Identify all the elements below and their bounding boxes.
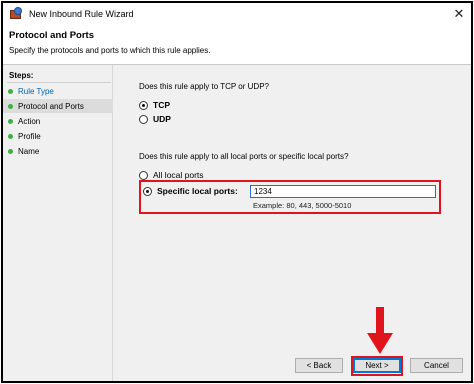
step-label: Name	[18, 146, 40, 156]
annotation-arrow-down-icon	[367, 307, 393, 354]
wizard-window: New Inbound Rule Wizard ✕ Protocol and P…	[1, 1, 473, 383]
specific-local-ports-radio[interactable]: Specific local ports:	[143, 186, 238, 196]
step-label: Rule Type	[18, 86, 54, 96]
udp-radio[interactable]: UDP	[139, 114, 171, 124]
radio-selected-icon[interactable]	[143, 186, 152, 196]
radio-label: Specific local ports:	[157, 186, 238, 196]
step-label: Action	[18, 116, 41, 126]
ports-question: Does this rule apply to all local ports …	[139, 152, 349, 161]
specific-ports-input[interactable]: 1234	[250, 185, 436, 198]
protocol-question: Does this rule apply to TCP or UDP?	[139, 82, 269, 91]
radio-label: All local ports	[153, 170, 204, 180]
step-status-dot-icon	[8, 88, 13, 94]
radio-unselected-icon[interactable]	[139, 170, 148, 180]
content-panel: Does this rule apply to TCP or UDP? TCP …	[113, 65, 471, 381]
ports-example-hint: Example: 80, 443, 5000-5010	[253, 201, 352, 210]
step-rule-type[interactable]: Rule Type	[3, 84, 113, 98]
firewall-icon	[9, 7, 23, 21]
step-profile: Profile	[3, 129, 113, 143]
page-title: Protocol and Ports	[9, 30, 94, 41]
step-status-dot-icon	[8, 148, 13, 154]
step-status-dot-icon	[8, 133, 13, 139]
all-local-ports-radio[interactable]: All local ports	[139, 170, 204, 180]
title-bar: New Inbound Rule Wizard ✕	[3, 3, 471, 25]
wizard-header: Protocol and Ports Specify the protocols…	[3, 25, 471, 65]
page-description: Specify the protocols and ports to which…	[9, 46, 211, 55]
cancel-button[interactable]: Cancel	[410, 358, 463, 373]
step-label: Profile	[18, 131, 41, 141]
step-action: Action	[3, 114, 113, 128]
steps-heading: Steps:	[9, 71, 34, 80]
step-protocol-and-ports[interactable]: Protocol and Ports	[3, 99, 113, 113]
step-status-dot-icon	[8, 118, 13, 124]
step-name: Name	[3, 144, 113, 158]
wizard-body: Steps: Rule Type Protocol and Ports Acti…	[3, 65, 471, 381]
back-button[interactable]: < Back	[295, 358, 343, 373]
step-label: Protocol and Ports	[18, 101, 84, 111]
radio-selected-icon[interactable]	[139, 100, 148, 110]
steps-divider	[7, 82, 111, 83]
tcp-radio[interactable]: TCP	[139, 100, 170, 110]
next-button[interactable]: Next >	[353, 358, 401, 373]
radio-unselected-icon[interactable]	[139, 114, 148, 124]
radio-label: TCP	[153, 100, 170, 110]
step-status-dot-icon	[8, 103, 13, 109]
close-icon[interactable]: ✕	[451, 6, 467, 22]
radio-label: UDP	[153, 114, 171, 124]
steps-panel: Steps: Rule Type Protocol and Ports Acti…	[3, 65, 113, 381]
window-title: New Inbound Rule Wizard	[29, 9, 134, 19]
